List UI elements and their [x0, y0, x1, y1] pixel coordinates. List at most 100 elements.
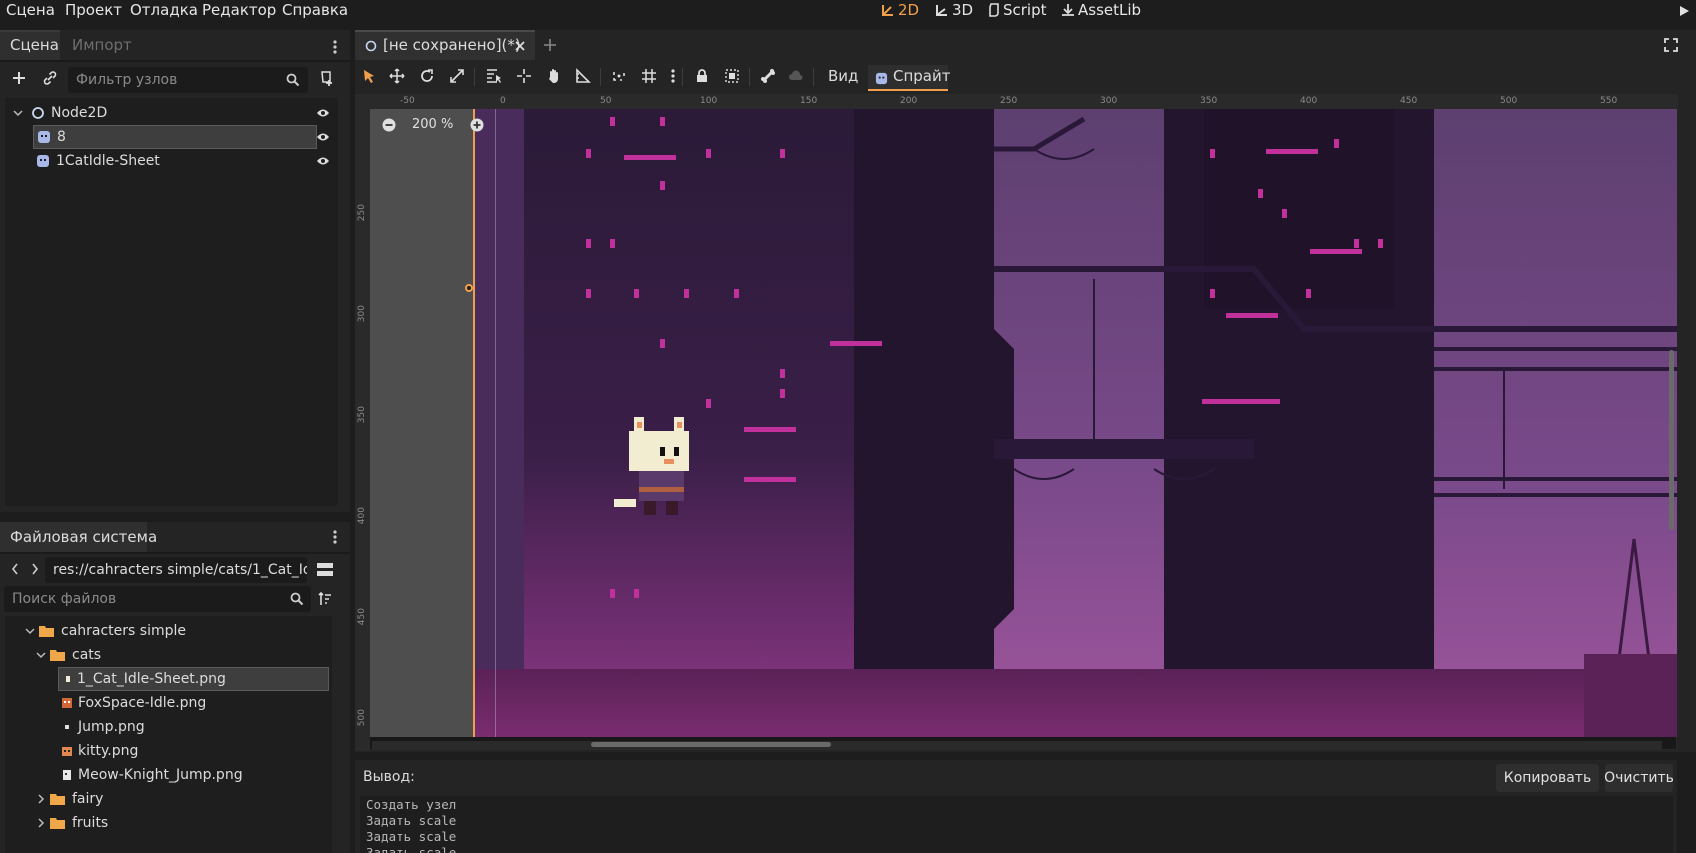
- visibility-eye-icon[interactable]: [316, 132, 330, 142]
- smart-snap-button[interactable]: [608, 65, 630, 87]
- sprite2d-icon: [875, 72, 888, 85]
- log-line: Задать scale: [366, 829, 457, 844]
- select-arrow-icon: [364, 70, 374, 83]
- zoom-level[interactable]: 200 %: [412, 117, 453, 132]
- output-log[interactable]: Создать узел Задать scale Задать scale З…: [360, 796, 1673, 853]
- viewport[interactable]: -50 0 50 100 150 200 250 300 350 400 450…: [355, 94, 1678, 751]
- horizontal-scrollbar[interactable]: [372, 741, 1662, 749]
- pan-tool-button[interactable]: [543, 65, 565, 87]
- folder-cats[interactable]: cats: [36, 643, 101, 667]
- back-icon[interactable]: [11, 563, 19, 575]
- path-field[interactable]: res://cahracters simple/cats/1_Cat_Idl: [45, 557, 307, 583]
- instance-scene-button[interactable]: [40, 68, 60, 88]
- tree-node-8[interactable]: 8: [33, 125, 317, 149]
- add-node-button[interactable]: [9, 68, 29, 88]
- node2d-icon: [365, 40, 377, 52]
- tab-filesystem[interactable]: Файловая система: [10, 528, 157, 546]
- sprite2d-icon: [37, 155, 49, 167]
- search-icon: [286, 73, 300, 87]
- tab-import[interactable]: Импорт: [72, 36, 132, 54]
- plus-icon: [13, 72, 25, 84]
- vertical-scroll-thumb[interactable]: [1669, 350, 1674, 530]
- view-menu[interactable]: Вид: [828, 67, 858, 85]
- scene-tab-label: [не сохранено](*): [383, 36, 521, 54]
- zoom-out-icon[interactable]: [382, 118, 396, 132]
- hand-icon: [549, 69, 558, 83]
- clear-button[interactable]: Очистить: [1604, 764, 1674, 792]
- file-meow-knight-jump[interactable]: Meow-Knight_Jump.png: [58, 763, 243, 787]
- image-file-icon: [66, 676, 70, 682]
- scale-icon: [450, 69, 464, 83]
- log-line: Задать scale: [366, 813, 457, 828]
- rotate-tool-button[interactable]: [416, 65, 438, 87]
- grid-line: [495, 109, 496, 737]
- ruler-tool-button[interactable]: [572, 65, 594, 87]
- folder-cahracters-simple[interactable]: cahracters simple: [25, 619, 186, 643]
- skeleton-button[interactable]: [757, 65, 779, 87]
- tree-node-node2d[interactable]: Node2D: [9, 101, 334, 125]
- canvas-toolbar: Вид Спрайт: [355, 60, 1696, 94]
- pivot-tool-button[interactable]: [513, 65, 535, 87]
- file-search-input[interactable]: Поиск файлов: [4, 586, 311, 612]
- file-kitty[interactable]: kitty.png: [58, 739, 138, 763]
- filesystem-dock: Файловая система res://cahracters simple…: [0, 522, 350, 853]
- folder-fruits[interactable]: fruits: [36, 811, 108, 835]
- workspace-script-button[interactable]: Script: [988, 1, 1047, 19]
- visibility-eye-icon[interactable]: [316, 108, 330, 118]
- rotate-icon: [421, 69, 433, 82]
- dock-menu-icon[interactable]: [333, 530, 337, 544]
- horizontal-ruler: -50 0 50 100 150 200 250 300 350 400 450…: [356, 95, 1678, 109]
- file-foxspace-idle[interactable]: FoxSpace-Idle.png: [58, 691, 206, 715]
- zoom-in-icon[interactable]: [470, 118, 484, 132]
- select-tool-button[interactable]: [358, 65, 380, 87]
- lock-button[interactable]: [691, 65, 713, 87]
- canvas-empty-area: [370, 109, 488, 737]
- menu-scene[interactable]: Сцена: [6, 1, 55, 19]
- grid-snap-button[interactable]: [638, 65, 660, 87]
- node-filter-input[interactable]: Фильтр узлов: [68, 67, 308, 93]
- link-icon: [43, 71, 57, 85]
- tree-node-1catidle-sheet[interactable]: 1CatIdle-Sheet: [33, 149, 317, 173]
- move-tool-button[interactable]: [386, 65, 408, 87]
- play-icon[interactable]: [1678, 5, 1690, 17]
- tab-scene[interactable]: Сцена: [10, 36, 59, 54]
- move-icon: [389, 68, 405, 84]
- scene-dock: Сцена Импорт Фильтр узлов Node2D 8 1CatI…: [0, 30, 350, 512]
- split-view-icon[interactable]: [317, 563, 333, 577]
- 3d-icon: [936, 5, 947, 16]
- new-scene-plus-icon[interactable]: [543, 38, 557, 52]
- image-file-icon: [62, 747, 72, 756]
- list-select-tool-button[interactable]: [483, 65, 505, 87]
- copy-button[interactable]: Копировать: [1496, 764, 1599, 792]
- file-1-cat-idle-sheet[interactable]: 1_Cat_Idle-Sheet.png: [58, 667, 329, 691]
- workspace-assetlib-button[interactable]: AssetLib: [1061, 1, 1141, 19]
- menu-help[interactable]: Справка: [282, 1, 348, 19]
- attach-script-icon[interactable]: [319, 71, 335, 87]
- folder-fairy[interactable]: fairy: [36, 787, 103, 811]
- dock-menu-icon[interactable]: [333, 40, 337, 54]
- forward-icon[interactable]: [31, 563, 39, 575]
- distraction-free-icon[interactable]: [1664, 38, 1678, 52]
- workspace-2d-button[interactable]: 2D: [881, 1, 919, 19]
- snap-icon: [613, 72, 625, 81]
- menu-editor[interactable]: Редактор: [202, 1, 276, 19]
- assetlib-icon: [1062, 4, 1074, 16]
- sprite2d-icon: [38, 131, 50, 143]
- file-jump[interactable]: Jump.png: [58, 715, 145, 739]
- selection-handle[interactable]: [465, 284, 473, 292]
- group-button[interactable]: [721, 65, 743, 87]
- lock-icon: [697, 69, 707, 82]
- sort-icon[interactable]: [318, 592, 332, 606]
- workspace-3d-button[interactable]: 3D: [935, 1, 973, 19]
- scale-tool-button[interactable]: [446, 65, 468, 87]
- snap-options-button[interactable]: [662, 65, 684, 87]
- sprite-menu-label: Спрайт: [893, 67, 951, 85]
- cloud-icon: [789, 70, 803, 80]
- folder-icon: [50, 794, 65, 805]
- close-icon[interactable]: [514, 40, 526, 52]
- background-sprite: [474, 109, 1677, 737]
- menu-project[interactable]: Проект: [65, 1, 122, 19]
- horizontal-scroll-thumb[interactable]: [591, 742, 831, 747]
- visibility-eye-icon[interactable]: [316, 156, 330, 166]
- menu-debug[interactable]: Отладка: [130, 1, 198, 19]
